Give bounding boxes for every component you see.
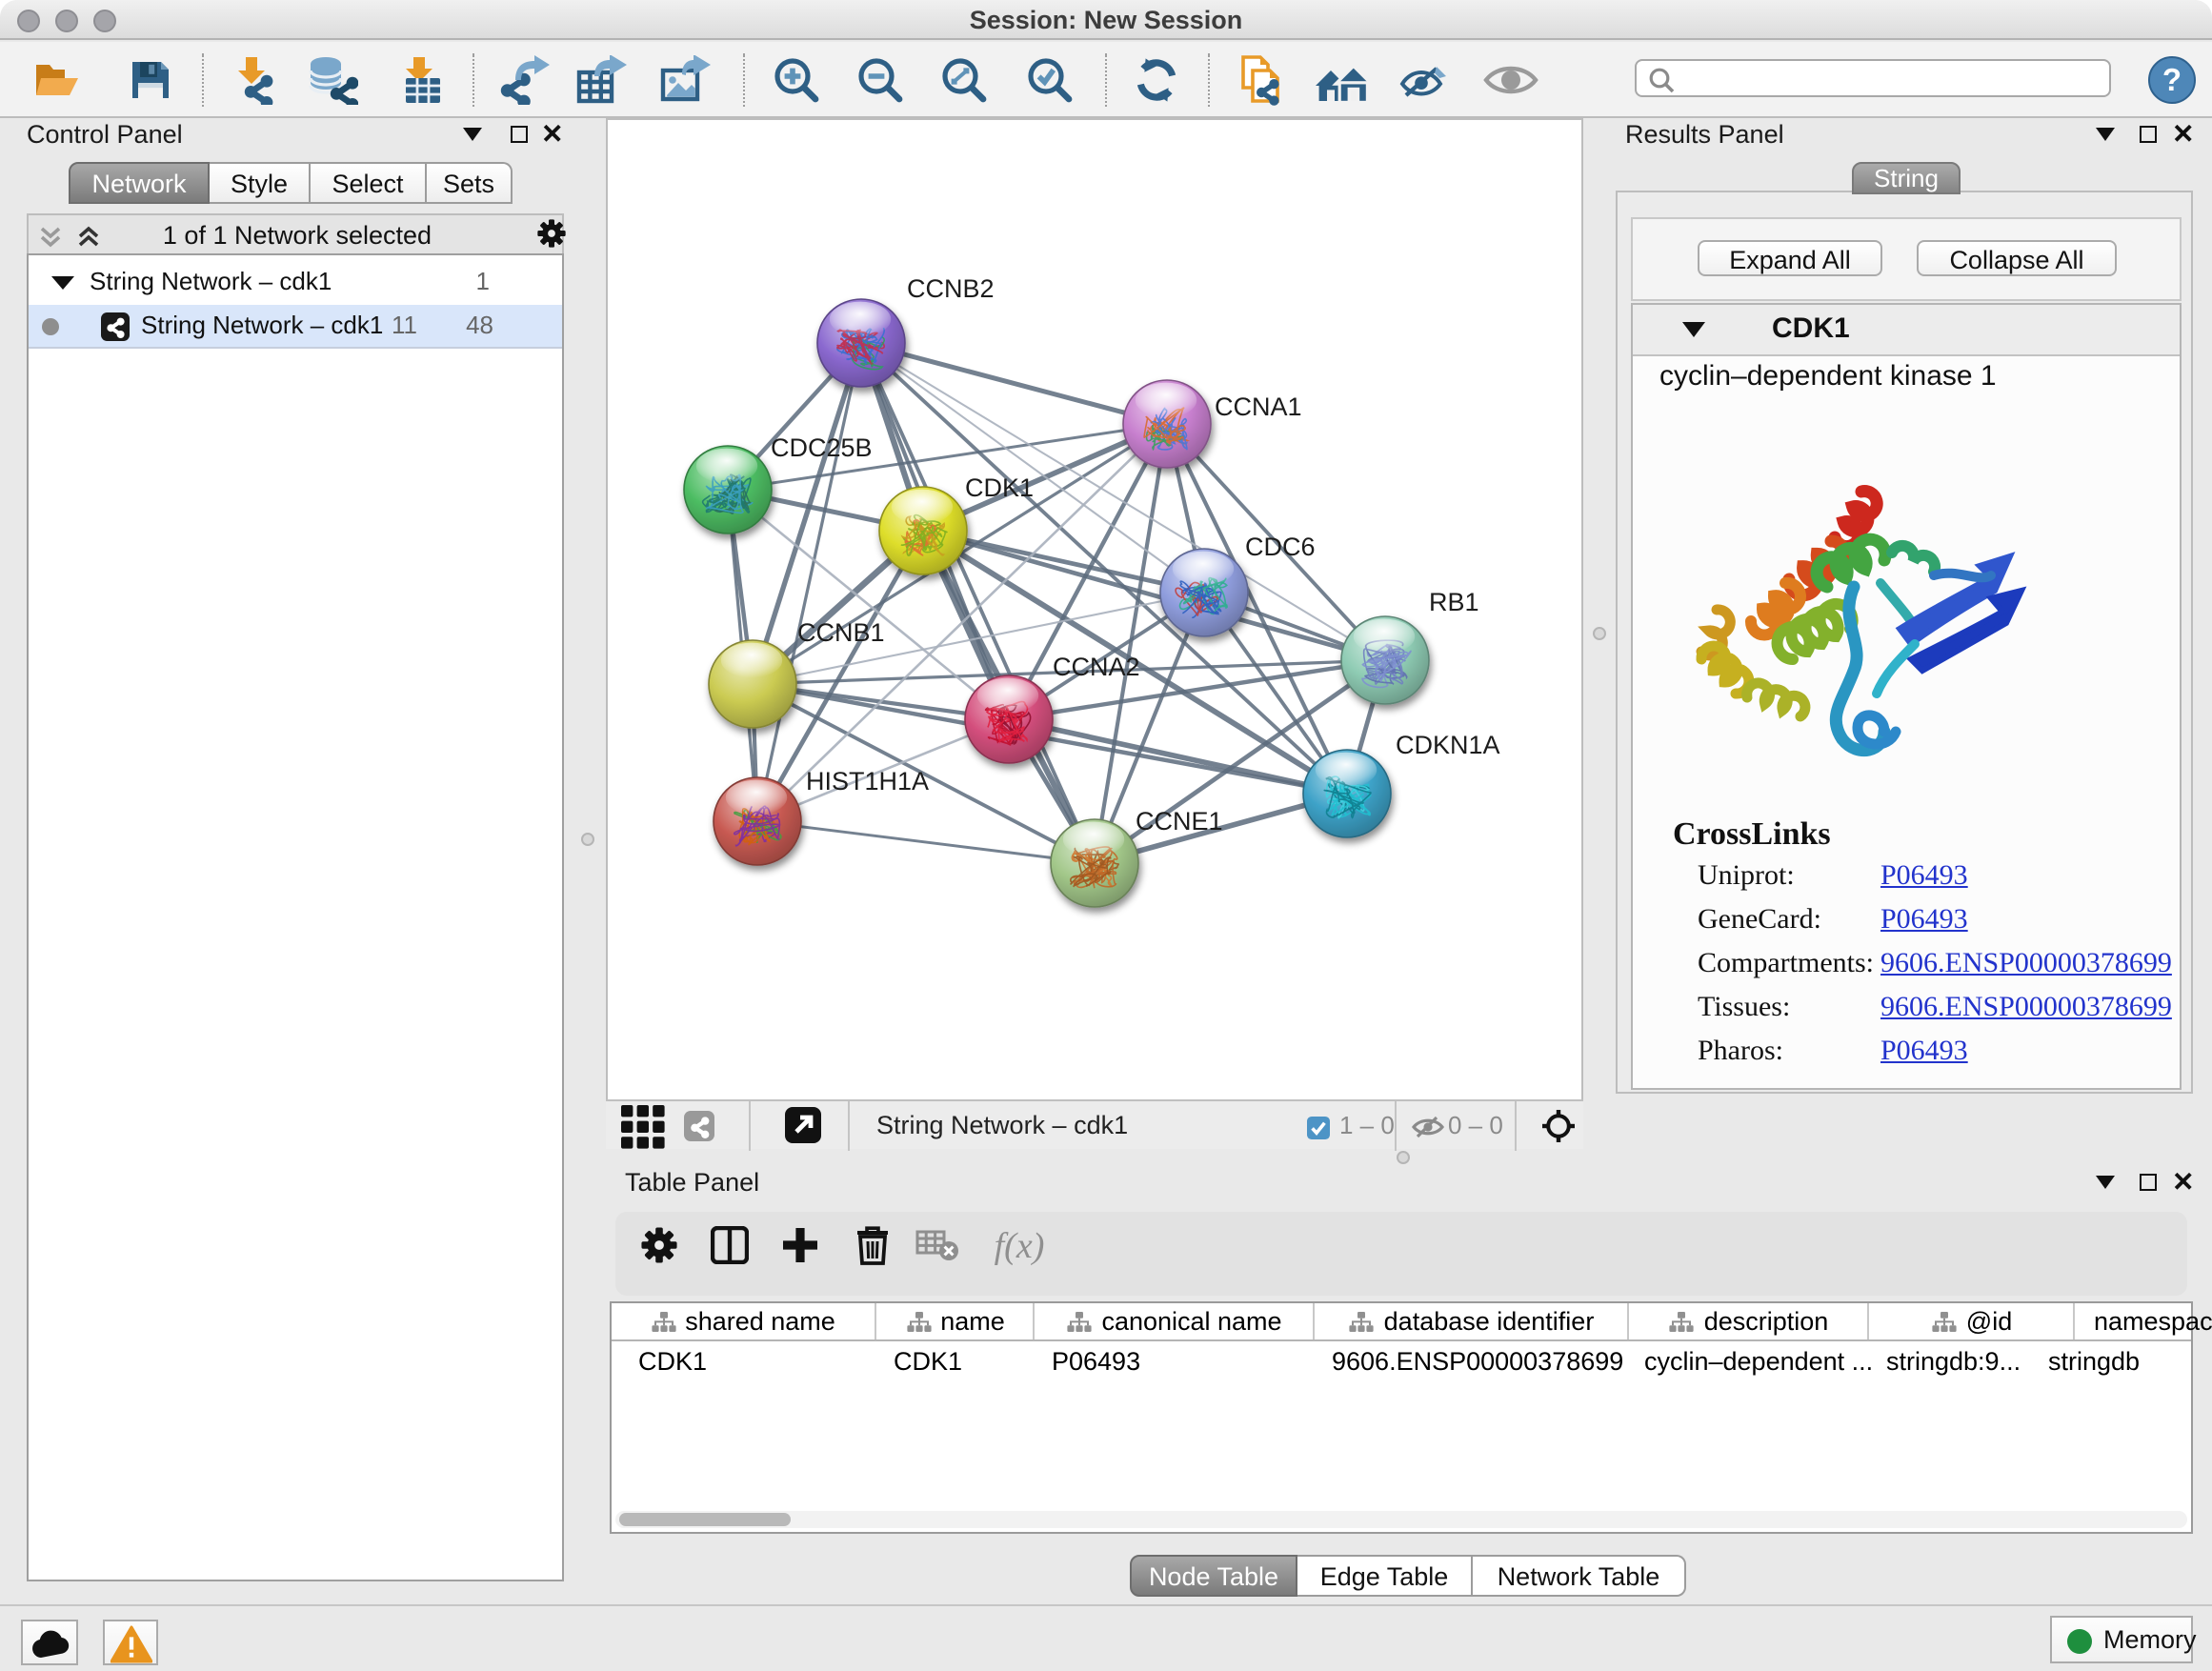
svg-text:CCNE1: CCNE1	[1136, 807, 1223, 836]
svg-text:?: ?	[2162, 61, 2182, 96]
svg-text:RB1: RB1	[1429, 588, 1479, 616]
svg-text:CDK1: CDK1	[965, 473, 1034, 502]
svg-text:CCNB2: CCNB2	[907, 274, 995, 303]
svg-text:CDC25B: CDC25B	[771, 433, 873, 462]
svg-text:CCNB1: CCNB1	[797, 618, 885, 647]
svg-text:CDC6: CDC6	[1245, 533, 1316, 561]
svg-text:CCNA1: CCNA1	[1215, 393, 1302, 421]
svg-text:HIST1H1A: HIST1H1A	[806, 767, 929, 795]
svg-text:CCNA2: CCNA2	[1053, 653, 1140, 681]
svg-text:CDKN1A: CDKN1A	[1396, 731, 1500, 759]
